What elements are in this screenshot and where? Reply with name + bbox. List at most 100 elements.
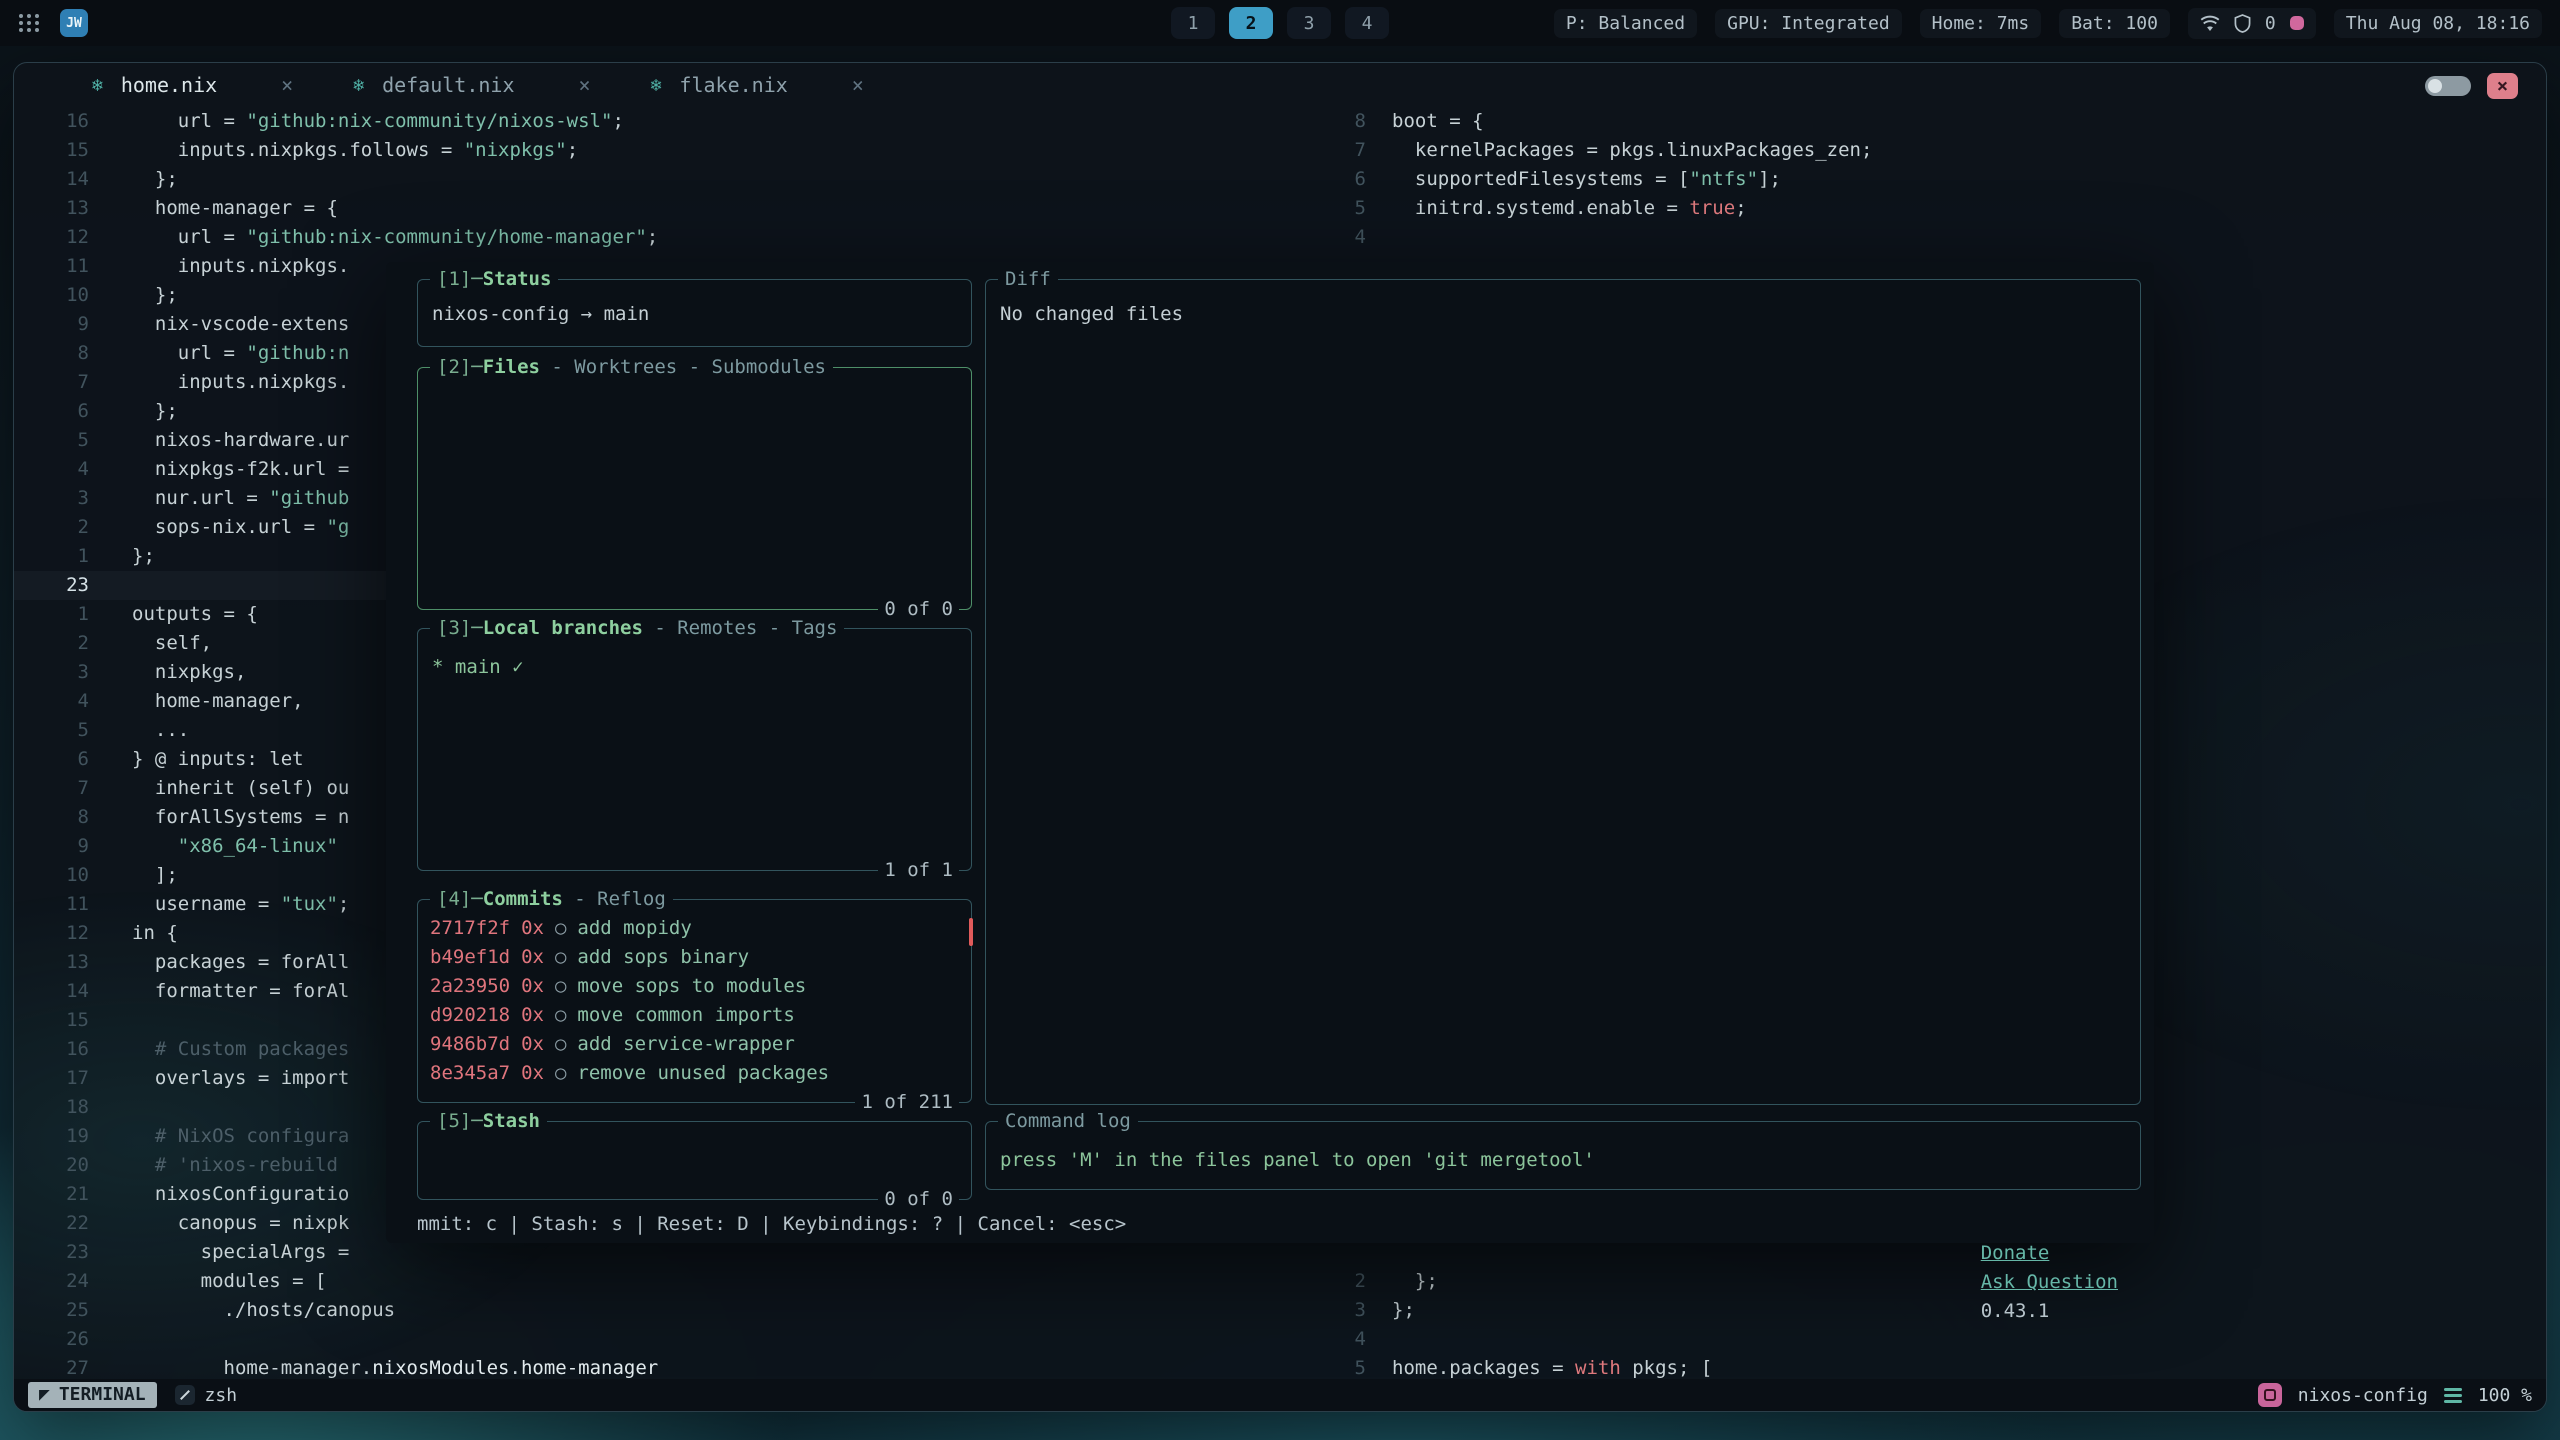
code-text: }; bbox=[132, 165, 178, 194]
window-controls: × bbox=[2425, 73, 2518, 99]
code-text: sops-nix.url = "g bbox=[132, 513, 349, 542]
lazygit-diff-panel[interactable]: Diff No changed files bbox=[985, 279, 2141, 1105]
lazygit-command-log-panel[interactable]: Command log press 'M' in the files panel… bbox=[985, 1121, 2141, 1190]
tab-default.nix[interactable]: ❄default.nix× bbox=[353, 73, 590, 97]
line-number: 5 bbox=[14, 426, 89, 455]
commit-row[interactable]: 2717f2f0x○add mopidy bbox=[430, 914, 959, 943]
code-text: # NixOS configura bbox=[132, 1122, 349, 1151]
commit-row[interactable]: d9202180x○move common imports bbox=[430, 1001, 959, 1030]
editor-line: 27 home-manager.nixosModules.home-manage… bbox=[14, 1354, 1321, 1379]
taskbar-left: JW bbox=[18, 9, 88, 37]
code-text: home.packages = with pkgs; [ bbox=[1392, 1354, 1712, 1379]
code-text: nixpkgs-f2k.url = bbox=[132, 455, 349, 484]
desktop: JW 1234 P: Balanced GPU: Integrated Home… bbox=[0, 0, 2560, 1440]
line-number: 6 bbox=[1321, 165, 1366, 194]
line-number: 19 bbox=[14, 1122, 89, 1151]
window-toggle[interactable] bbox=[2425, 76, 2471, 96]
code-text: url = "github:nix-community/nixos-wsl"; bbox=[132, 107, 624, 136]
keybar-right: Donate Ask Question 0.43.1 bbox=[1866, 1210, 2138, 1355]
editor-line: 8boot = { bbox=[1321, 107, 2546, 136]
line-number: 10 bbox=[14, 281, 89, 310]
code-text: nix-vscode-extens bbox=[132, 310, 349, 339]
scrollbar[interactable] bbox=[969, 918, 973, 946]
ask-question-link[interactable]: Ask Question bbox=[1981, 1271, 2118, 1293]
shield-icon[interactable] bbox=[2234, 14, 2251, 33]
lazygit-files-panel[interactable]: [2]─Files - Worktrees - Submodules 0 of … bbox=[417, 367, 972, 610]
tab-flake.nix[interactable]: ❄flake.nix× bbox=[651, 73, 864, 97]
code-text: ./hosts/canopus bbox=[132, 1296, 395, 1325]
indicator-dot-icon[interactable] bbox=[2290, 16, 2304, 30]
donate-link[interactable]: Donate bbox=[1981, 1242, 2050, 1264]
panel-title: [2]─Files - Worktrees - Submodules bbox=[430, 353, 833, 382]
line-number: 22 bbox=[14, 1209, 89, 1238]
tab-close-icon[interactable]: × bbox=[852, 73, 864, 97]
line-number: 4 bbox=[14, 687, 89, 716]
code-text: } @ inputs: let bbox=[132, 745, 304, 774]
lazygit-status-panel[interactable]: [1]─Status nixos-config → main bbox=[417, 279, 972, 347]
code-text: url = "github:nix-community/home-manager… bbox=[132, 223, 658, 252]
code-text: home-manager, bbox=[132, 687, 304, 716]
diff-content: No changed files bbox=[986, 280, 2140, 329]
line-number: 2 bbox=[14, 513, 89, 542]
code-text: "x86_64-linux" bbox=[132, 832, 338, 861]
editor-line: 7 kernelPackages = pkgs.linuxPackages_ze… bbox=[1321, 136, 2546, 165]
logo-badge[interactable]: JW bbox=[60, 9, 88, 37]
line-number: 3 bbox=[14, 658, 89, 687]
session-name: nixos-config bbox=[2298, 1385, 2428, 1406]
tab-close-icon[interactable]: × bbox=[281, 73, 293, 97]
commit-row[interactable]: 8e345a70x○remove unused packages bbox=[430, 1059, 959, 1088]
wifi-icon[interactable] bbox=[2200, 15, 2220, 32]
code-text: specialArgs = bbox=[132, 1238, 349, 1267]
commit-row[interactable]: 2a239500x○move sops to modules bbox=[430, 972, 959, 1001]
tab-strip: ❄home.nix× ❄default.nix× ❄flake.nix× bbox=[14, 63, 2546, 107]
code-text: initrd.systemd.enable = true; bbox=[1392, 194, 1747, 223]
panel-title: [1]─Status bbox=[430, 265, 558, 294]
code-text: username = "tux"; bbox=[132, 890, 349, 919]
list-icon bbox=[2444, 1388, 2462, 1403]
workspace-button-1[interactable]: 1 bbox=[1171, 7, 1215, 39]
line-number: 2 bbox=[14, 629, 89, 658]
tab-close-icon[interactable]: × bbox=[579, 73, 591, 97]
clock[interactable]: Thu Aug 08, 18:16 bbox=[2334, 9, 2542, 38]
code-text: inputs.nixpkgs. bbox=[132, 368, 349, 397]
battery-module: Bat: 100 bbox=[2059, 9, 2170, 38]
line-number: 4 bbox=[14, 455, 89, 484]
lazygit-stash-panel[interactable]: [5]─Stash 0 of 0 bbox=[417, 1121, 972, 1200]
code-text: overlays = import bbox=[132, 1064, 349, 1093]
editor-line: 13 home-manager = { bbox=[14, 194, 1321, 223]
code-text: canopus = nixpk bbox=[132, 1209, 349, 1238]
tab-home.nix[interactable]: ❄home.nix× bbox=[92, 73, 293, 97]
code-text: modules = [ bbox=[132, 1267, 326, 1296]
editor-line: 16 url = "github:nix-community/nixos-wsl… bbox=[14, 107, 1321, 136]
line-number: 3 bbox=[14, 484, 89, 513]
app-launcher-icon[interactable] bbox=[18, 12, 40, 34]
editor-line: 4 bbox=[1321, 223, 2546, 252]
editor-pane-right-top: 8boot = {7 kernelPackages = pkgs.linuxPa… bbox=[1321, 107, 2546, 252]
lazygit-branches-panel[interactable]: [3]─Local branches - Remotes - Tags * ma… bbox=[417, 628, 972, 871]
statusbar-right: nixos-config 100 % bbox=[2258, 1383, 2532, 1407]
workspace-button-3[interactable]: 3 bbox=[1287, 7, 1331, 39]
line-number: 6 bbox=[14, 397, 89, 426]
mode-indicator: ◤ TERMINAL bbox=[28, 1382, 157, 1408]
editor-line: 15 inputs.nixpkgs.follows = "nixpkgs"; bbox=[14, 136, 1321, 165]
line-number: 15 bbox=[14, 1006, 89, 1035]
shell-label: zsh bbox=[205, 1385, 238, 1406]
editor-line: 5home.packages = with pkgs; [ bbox=[1321, 1354, 2546, 1379]
commit-row[interactable]: b49ef1d0x○add sops binary bbox=[430, 943, 959, 972]
line-number: 10 bbox=[14, 861, 89, 890]
workspace-button-2[interactable]: 2 bbox=[1229, 7, 1273, 39]
code-text: outputs = { bbox=[132, 600, 258, 629]
commit-row[interactable]: 9486b7d0x○add service-wrapper bbox=[430, 1030, 959, 1059]
percent-indicator: 100 % bbox=[2478, 1385, 2532, 1406]
panel-title: Command log bbox=[998, 1107, 1138, 1136]
workspace-button-4[interactable]: 4 bbox=[1345, 7, 1389, 39]
shell-tab[interactable]: zsh bbox=[175, 1385, 238, 1406]
code-text: }; bbox=[132, 542, 155, 571]
line-number: 8 bbox=[14, 339, 89, 368]
lazygit-commits-panel[interactable]: [4]─Commits - Reflog 2717f2f0x○add mopid… bbox=[417, 899, 972, 1103]
line-number: 8 bbox=[1321, 107, 1366, 136]
window-close-button[interactable]: × bbox=[2487, 73, 2518, 99]
panel-count: 0 of 0 bbox=[878, 595, 959, 624]
line-number: 26 bbox=[14, 1325, 89, 1354]
nix-snowflake-icon: ❄ bbox=[353, 75, 364, 96]
